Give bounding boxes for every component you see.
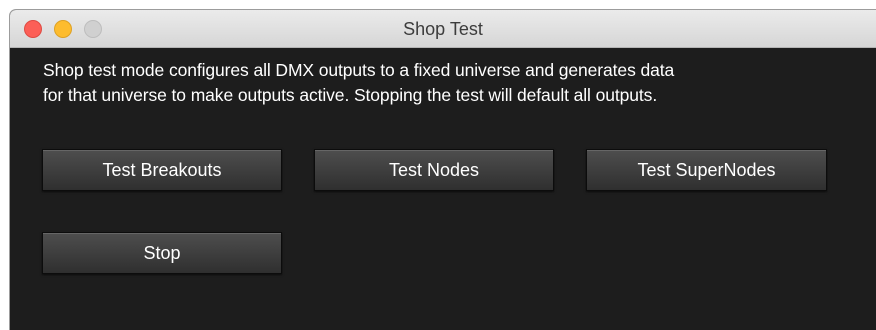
test-breakouts-button[interactable]: Test Breakouts [42, 149, 282, 191]
description-line-2: for that universe to make outputs active… [43, 85, 658, 105]
title-bar[interactable]: Shop Test [10, 10, 876, 48]
stop-button[interactable]: Stop [42, 232, 282, 274]
test-nodes-button[interactable]: Test Nodes [314, 149, 554, 191]
window-title: Shop Test [403, 19, 483, 39]
test-supernodes-button[interactable]: Test SuperNodes [586, 149, 827, 191]
description-text: Shop test mode configures all DMX output… [43, 58, 843, 108]
shop-test-window: Shop Test Shop test mode configures all … [10, 10, 876, 330]
description-line-1: Shop test mode configures all DMX output… [43, 60, 675, 80]
